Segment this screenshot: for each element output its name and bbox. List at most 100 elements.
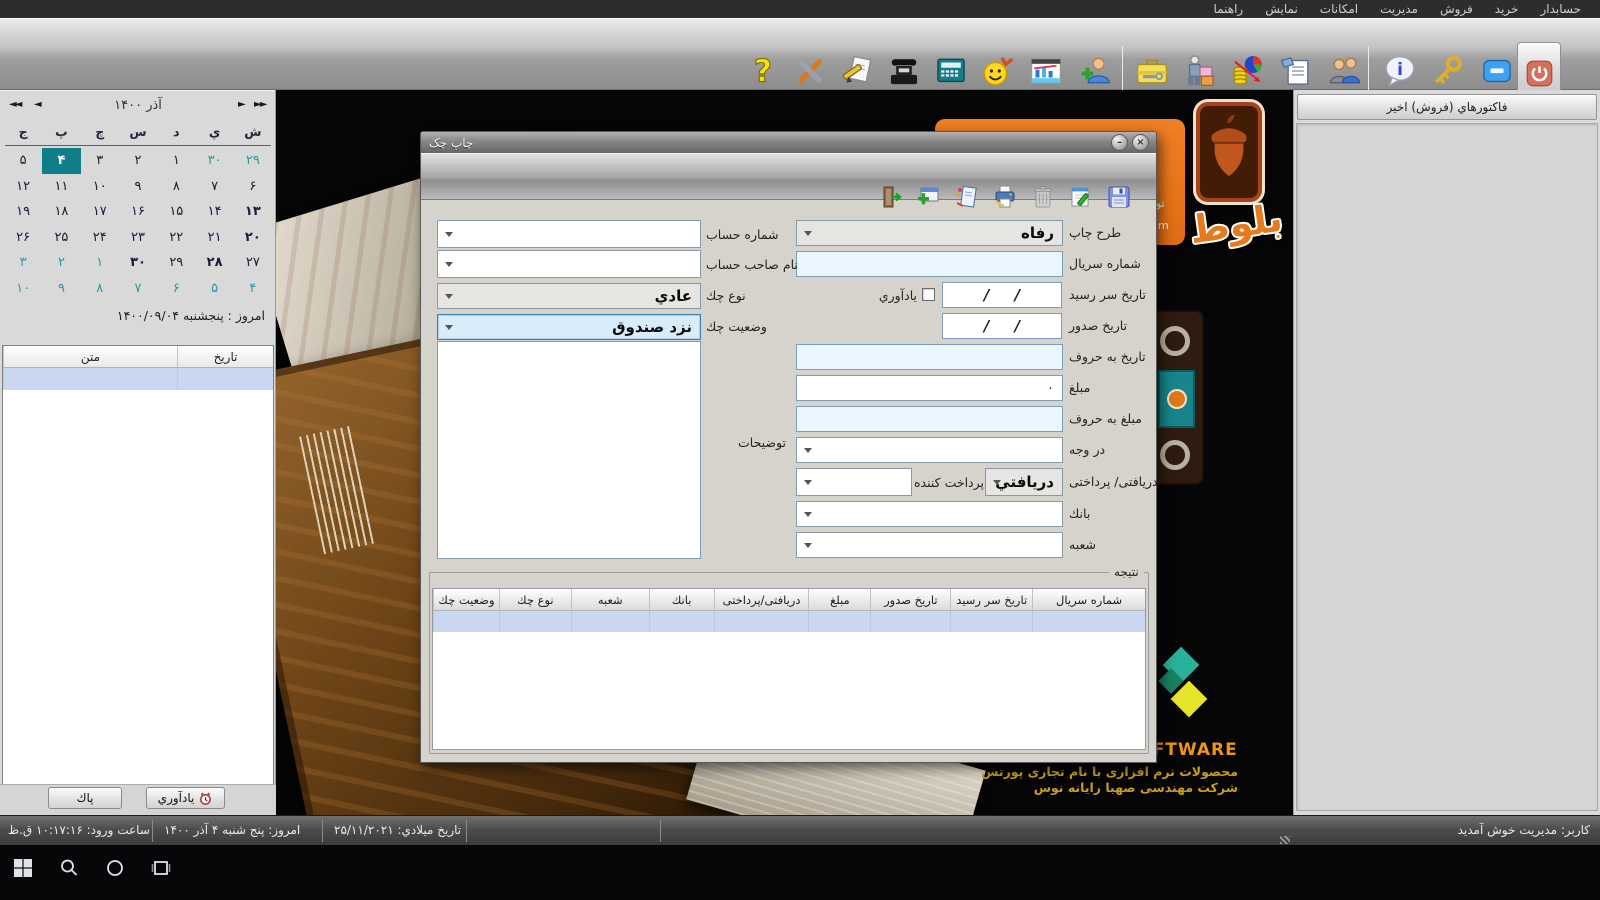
- clear-button[interactable]: پاك: [48, 787, 122, 809]
- calendar-day[interactable]: ۹: [119, 174, 157, 200]
- calendar-day[interactable]: ۱۷: [81, 199, 119, 225]
- save-icon[interactable]: [1106, 184, 1132, 210]
- calendar-day[interactable]: ۲۸: [195, 250, 233, 276]
- toolbox-icon[interactable]: [1135, 54, 1169, 88]
- recent-invoices-header[interactable]: فاکتورهاي (فروش) اخیر: [1297, 94, 1597, 120]
- edit-icon[interactable]: [954, 184, 980, 210]
- calendar-day[interactable]: ۳: [4, 250, 42, 276]
- calendar-day[interactable]: ۷: [119, 276, 157, 302]
- dialog-titlebar[interactable]: چاپ چک: [421, 132, 1156, 153]
- help-icon[interactable]: ?: [746, 54, 780, 88]
- account-no-combo[interactable]: [437, 220, 701, 248]
- calendar-day[interactable]: ۷: [195, 174, 233, 200]
- print-design-combo[interactable]: رفاه: [796, 220, 1063, 246]
- reminder-row-selected[interactable]: [3, 368, 273, 390]
- calendar-day[interactable]: ۱۶: [119, 199, 157, 225]
- finance-icon[interactable]: [1231, 54, 1265, 88]
- minimize-button[interactable]: –: [1111, 134, 1128, 151]
- exit-icon[interactable]: [878, 184, 904, 210]
- calendar-day[interactable]: ۵: [4, 148, 42, 174]
- calendar-day[interactable]: ۳۰: [119, 250, 157, 276]
- task-view-icon[interactable]: [150, 857, 172, 879]
- calendar-day[interactable]: ۱۳: [234, 199, 272, 225]
- add-user-icon[interactable]: [1079, 54, 1113, 88]
- calendar-day[interactable]: ۳: [81, 148, 119, 174]
- calendar-day[interactable]: ۲۱: [195, 225, 233, 251]
- notes-textarea[interactable]: [437, 341, 701, 559]
- calculator-icon[interactable]: [934, 54, 968, 88]
- calendar-day[interactable]: ۲۲: [157, 225, 195, 251]
- result-row-selected[interactable]: [433, 611, 1145, 632]
- date-words-input[interactable]: [796, 344, 1063, 370]
- calendar-day[interactable]: ۱۲: [4, 174, 42, 200]
- minimize-app-icon[interactable]: [1480, 54, 1514, 88]
- calendar-day[interactable]: ۵: [195, 276, 233, 302]
- calendar-day[interactable]: ۸: [157, 174, 195, 200]
- calendar-day[interactable]: ۸: [81, 276, 119, 302]
- calendar-day[interactable]: ۲۹: [234, 148, 272, 174]
- calendar-day[interactable]: ۹: [42, 276, 80, 302]
- calendar-day[interactable]: ۴: [42, 148, 81, 174]
- calendar-day[interactable]: ۱۸: [42, 199, 80, 225]
- menu-item[interactable]: حسابدار: [1529, 2, 1592, 16]
- payer-combo[interactable]: [796, 468, 912, 496]
- amount-words-input[interactable]: [796, 406, 1063, 432]
- next-year-button[interactable]: ►►: [254, 99, 267, 110]
- close-button[interactable]: ×: [1132, 134, 1149, 151]
- calendar-day[interactable]: ۱: [81, 250, 119, 276]
- document-icon[interactable]: [1279, 54, 1313, 88]
- print-icon[interactable]: [992, 184, 1018, 210]
- new-icon[interactable]: [916, 184, 942, 210]
- calendar-day[interactable]: ۲: [119, 148, 157, 174]
- calendar-day[interactable]: ۱۰: [4, 276, 42, 302]
- phone-icon[interactable]: [887, 54, 921, 88]
- payee-combo[interactable]: [796, 437, 1063, 463]
- result-column-header[interactable]: بانك: [648, 589, 714, 611]
- serial-input[interactable]: [796, 251, 1063, 277]
- info-icon[interactable]: i: [1383, 54, 1417, 88]
- calendar-day[interactable]: ۲۰: [234, 225, 272, 251]
- calendar-day[interactable]: ۶: [157, 276, 195, 302]
- smiley-icon[interactable]: [981, 54, 1015, 88]
- result-column-header[interactable]: دریافتی/پرداختی: [713, 589, 809, 611]
- calendar-day[interactable]: ۲۶: [4, 225, 42, 251]
- result-column-header[interactable]: وضعیت چك: [433, 589, 499, 611]
- calendar-day[interactable]: ۲۵: [42, 225, 80, 251]
- check-status-combo[interactable]: نزد صندوق: [437, 314, 701, 340]
- menu-item[interactable]: راهنما: [1203, 2, 1255, 16]
- received-paid-combo[interactable]: دریافتي: [985, 468, 1063, 496]
- column-header-text[interactable]: متن: [3, 346, 177, 367]
- key-icon[interactable]: [1431, 54, 1465, 88]
- menu-item[interactable]: خرید: [1484, 2, 1530, 16]
- result-column-header[interactable]: شماره سریال: [1032, 589, 1145, 611]
- result-column-header[interactable]: شعبه: [570, 589, 649, 611]
- calendar-day[interactable]: ۱: [157, 148, 195, 174]
- menu-item[interactable]: نمایش: [1254, 2, 1309, 16]
- report-icon[interactable]: [1029, 54, 1063, 88]
- resize-grip[interactable]: [1280, 836, 1290, 844]
- signature-icon[interactable]: [840, 54, 874, 88]
- calendar-day[interactable]: ۳۰: [195, 148, 233, 174]
- result-column-header[interactable]: تاریخ صدور: [870, 589, 951, 611]
- delivery-icon[interactable]: [1183, 54, 1217, 88]
- reminder-button[interactable]: یادآوري: [146, 787, 225, 809]
- result-column-header[interactable]: نوع چك: [498, 589, 571, 611]
- calendar-day[interactable]: ۲: [42, 250, 80, 276]
- tools-icon[interactable]: [793, 54, 827, 88]
- calendar-day[interactable]: ۲۳: [119, 225, 157, 251]
- calendar-day[interactable]: ۶: [234, 174, 272, 200]
- menu-item[interactable]: فروش: [1429, 2, 1484, 16]
- search-icon[interactable]: [58, 857, 80, 879]
- due-date-input[interactable]: / /: [942, 282, 1062, 308]
- amount-input[interactable]: ۰: [796, 375, 1063, 401]
- issue-date-input[interactable]: / /: [942, 313, 1062, 339]
- calendar-day[interactable]: ۱۵: [157, 199, 195, 225]
- calendar-day[interactable]: ۱۹: [4, 199, 42, 225]
- calendar-day[interactable]: ۲۷: [234, 250, 272, 276]
- column-header-date[interactable]: تاریخ: [177, 346, 273, 367]
- calendar-day[interactable]: ۱۴: [195, 199, 233, 225]
- calendar-day[interactable]: ۴: [234, 276, 272, 302]
- note-icon[interactable]: [1068, 184, 1094, 210]
- result-column-header[interactable]: مبلغ: [808, 589, 871, 611]
- account-owner-combo[interactable]: [437, 250, 701, 278]
